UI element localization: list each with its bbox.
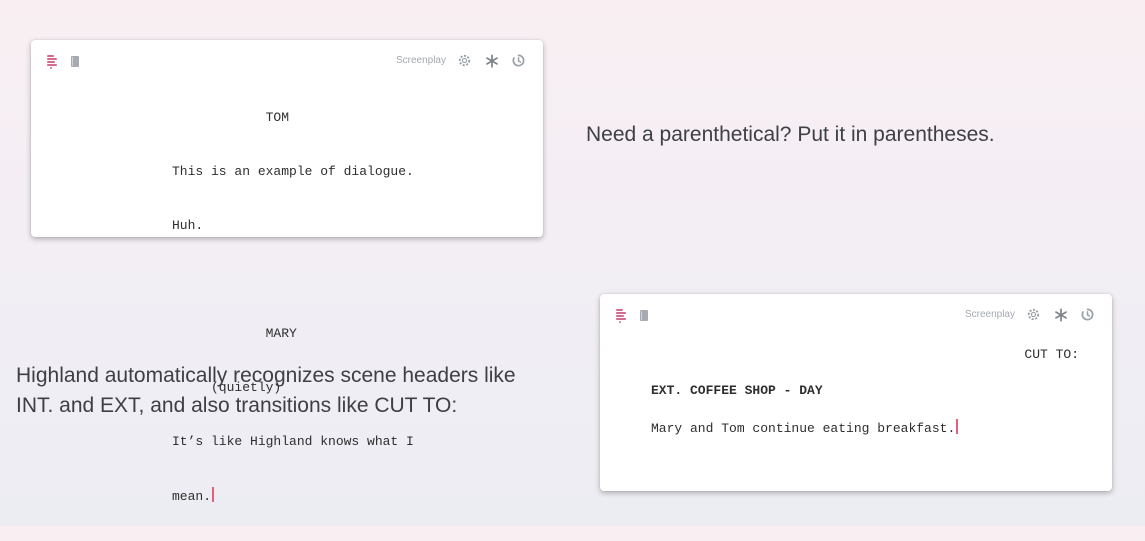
lines-icon[interactable] [616,308,628,323]
editor-toolbar-right: Screenplay [965,306,1096,323]
editor-toolbar-left [616,308,648,323]
editor-card-scene: Screenplay CUT TO: EXT. COFFEE SHOP - DA… [600,294,1112,491]
dialogue-line: Huh. [172,218,204,233]
scene-header-line[interactable]: EXT. COFFEE SHOP - DAY [651,383,823,398]
editor-card-dialogue: Screenplay TOM This is an example of dia… [31,40,543,504]
text-cursor [956,419,959,434]
gear-icon[interactable] [456,52,473,69]
timer-icon[interactable] [1079,306,1096,323]
editor-toolbar-right: Screenplay [396,52,527,69]
caption-line-2: INT. and EXT, and also transitions like … [16,394,458,417]
lines-icon[interactable] [47,54,59,69]
caption-scene-headers: Highland automatically recognizes scene … [16,361,576,421]
mode-label[interactable]: Screenplay [396,55,446,66]
caption-line-1: Highland automatically recognizes scene … [16,364,516,387]
character-name: TOM [172,110,290,125]
dialogue-line: It’s like Highland knows what I [172,434,414,449]
editor-toolbar-left [47,54,79,69]
dialogue-line-last: mean. [172,487,414,505]
asterisk-icon[interactable] [483,52,500,69]
book-icon[interactable] [71,55,79,67]
dialogue-line: This is an example of dialogue. [172,164,414,179]
timer-icon[interactable] [510,52,527,69]
transition-line[interactable]: CUT TO: [1024,347,1079,362]
book-icon[interactable] [640,309,648,321]
character-name: MARY [172,326,297,341]
script-text[interactable]: TOM This is an example of dialogue. Huh.… [172,73,414,541]
gear-icon[interactable] [1025,306,1042,323]
dialogue-last-text: mean. [172,489,212,504]
action-text: Mary and Tom continue eating breakfast. [651,421,956,436]
mode-label[interactable]: Screenplay [965,309,1015,320]
action-line[interactable]: Mary and Tom continue eating breakfast. [651,419,959,436]
caption-parenthetical: Need a parenthetical? Put it in parenthe… [586,123,995,146]
text-cursor [212,487,215,502]
asterisk-icon[interactable] [1052,306,1069,323]
